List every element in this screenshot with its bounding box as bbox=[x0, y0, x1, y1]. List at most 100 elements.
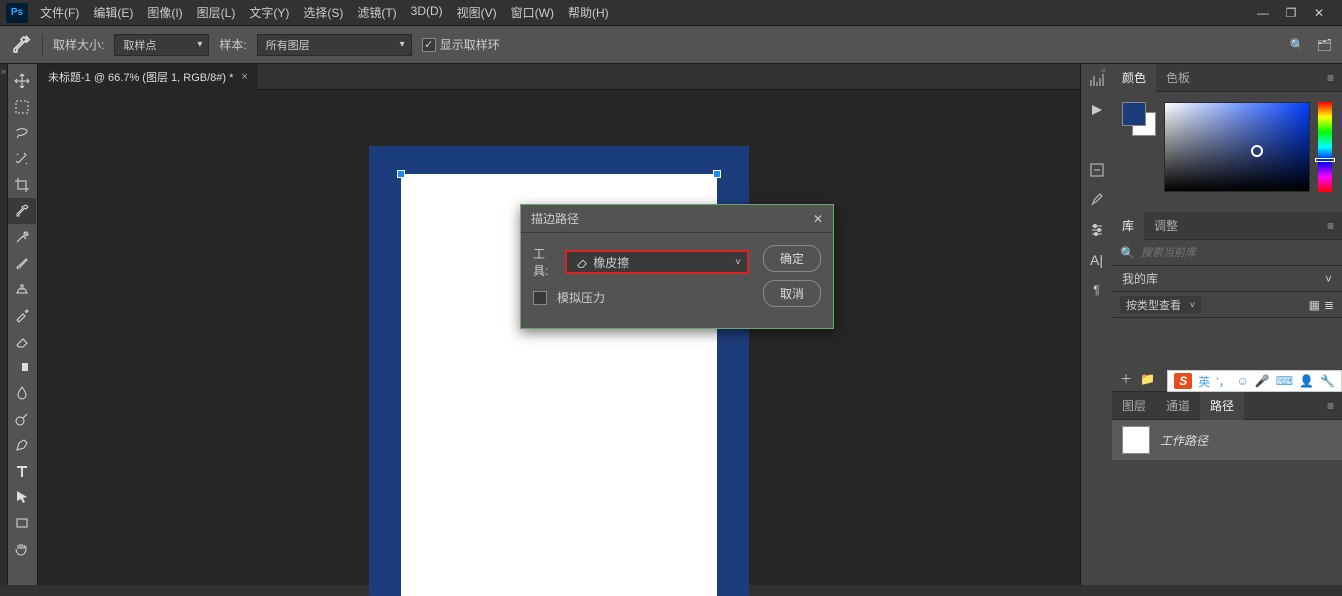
ime-language[interactable]: 英 bbox=[1198, 373, 1210, 390]
adjustments-panel-icon[interactable] bbox=[1087, 220, 1107, 240]
menu-select[interactable]: 选择(S) bbox=[297, 0, 349, 25]
path-item-work-path[interactable]: 工作路径 bbox=[1112, 420, 1342, 460]
eraser-tool[interactable] bbox=[8, 328, 36, 354]
marquee-tool[interactable] bbox=[8, 94, 36, 120]
paragraph-panel-icon[interactable]: ¶ bbox=[1087, 280, 1107, 300]
window-controls: — ❐ ✕ bbox=[1254, 6, 1342, 20]
title-bar: Ps 文件(F) 编辑(E) 图像(I) 图层(L) 文字(Y) 选择(S) 滤… bbox=[0, 0, 1342, 26]
hue-pointer-icon bbox=[1315, 158, 1335, 162]
color-field[interactable] bbox=[1164, 102, 1310, 192]
magic-wand-tool[interactable] bbox=[8, 146, 36, 172]
healing-brush-tool[interactable] bbox=[8, 224, 36, 250]
show-sampling-ring-checkbox[interactable]: 显示取样环 bbox=[422, 36, 500, 53]
character-panel-icon[interactable]: A| bbox=[1087, 250, 1107, 270]
menu-image[interactable]: 图像(I) bbox=[141, 0, 188, 25]
tool-dropdown[interactable]: 橡皮擦 bbox=[565, 250, 749, 274]
lasso-tool[interactable] bbox=[8, 120, 36, 146]
close-button[interactable]: ✕ bbox=[1310, 6, 1328, 20]
folder-icon[interactable]: 📁 bbox=[1140, 372, 1155, 386]
menu-file[interactable]: 文件(F) bbox=[34, 0, 85, 25]
ok-button[interactable]: 确定 bbox=[763, 245, 821, 272]
ime-punct-icon[interactable]: '， bbox=[1216, 373, 1230, 390]
library-search-input[interactable] bbox=[1141, 247, 1334, 259]
document-tab[interactable]: 未标题-1 @ 66.7% (图层 1, RGB/8#) * × bbox=[38, 64, 258, 90]
grid-view-icon[interactable]: ▦ bbox=[1309, 298, 1320, 312]
histogram-panel-icon[interactable] bbox=[1087, 70, 1107, 90]
checkbox-icon bbox=[422, 38, 436, 52]
current-tool-eyedropper-icon[interactable] bbox=[10, 34, 32, 56]
paths-panel-menu-icon[interactable]: ≡ bbox=[1319, 399, 1342, 413]
play-panel-icon[interactable] bbox=[1087, 100, 1107, 120]
path-select-tool[interactable] bbox=[8, 484, 36, 510]
hand-tool[interactable] bbox=[8, 536, 36, 562]
tab-channels[interactable]: 通道 bbox=[1156, 392, 1200, 420]
eyedropper-tool[interactable] bbox=[8, 198, 36, 224]
tab-swatches[interactable]: 色板 bbox=[1156, 64, 1200, 92]
ime-emoji-icon[interactable]: ☺ bbox=[1237, 374, 1249, 388]
history-brush-tool[interactable] bbox=[8, 302, 36, 328]
library-content bbox=[1112, 318, 1342, 366]
minimize-button[interactable]: — bbox=[1254, 6, 1272, 20]
menu-bar: 文件(F) 编辑(E) 图像(I) 图层(L) 文字(Y) 选择(S) 滤镜(T… bbox=[34, 0, 615, 25]
ime-person-icon[interactable]: 👤 bbox=[1299, 374, 1314, 388]
ime-tool-icon[interactable]: 🔧 bbox=[1320, 374, 1335, 388]
color-panel-menu-icon[interactable]: ≡ bbox=[1319, 71, 1342, 85]
dialog-close-icon[interactable]: ✕ bbox=[813, 212, 823, 226]
tab-color[interactable]: 颜色 bbox=[1112, 64, 1156, 92]
hue-slider[interactable] bbox=[1318, 102, 1332, 192]
menu-view[interactable]: 视图(V) bbox=[451, 0, 503, 25]
sample-label: 样本: bbox=[219, 36, 246, 53]
eraser-icon bbox=[575, 255, 589, 269]
library-name: 我的库 bbox=[1122, 270, 1158, 287]
ime-toolbar[interactable]: S 英 '， ☺ 🎤 ⌨ 👤 🔧 bbox=[1167, 370, 1342, 392]
chevron-down-icon: ˅ bbox=[1325, 272, 1332, 286]
ime-keyboard-icon[interactable]: ⌨ bbox=[1276, 374, 1293, 388]
cancel-button[interactable]: 取消 bbox=[763, 280, 821, 307]
type-tool[interactable] bbox=[8, 458, 36, 484]
share-icon[interactable]: 🗂 bbox=[1317, 38, 1332, 52]
dodge-tool[interactable] bbox=[8, 406, 36, 432]
menu-3d[interactable]: 3D(D) bbox=[405, 0, 449, 25]
left-collapse-strip[interactable] bbox=[0, 64, 8, 585]
gradient-tool[interactable] bbox=[8, 354, 36, 380]
rectangle-tool[interactable] bbox=[8, 510, 36, 536]
document-tab-title: 未标题-1 @ 66.7% (图层 1, RGB/8#) * bbox=[48, 69, 233, 85]
brush-settings-panel-icon[interactable] bbox=[1087, 190, 1107, 210]
ime-voice-icon[interactable]: 🎤 bbox=[1255, 374, 1270, 388]
sample-dropdown[interactable]: 所有图层 bbox=[257, 34, 412, 56]
pen-tool[interactable] bbox=[8, 432, 36, 458]
library-filter-dropdown[interactable]: 按类型查看 bbox=[1120, 296, 1201, 314]
transform-handle-top-left[interactable] bbox=[397, 170, 405, 178]
show-sampling-ring-label: 显示取样环 bbox=[440, 36, 500, 53]
library-selector[interactable]: 我的库 ˅ bbox=[1112, 266, 1342, 292]
move-tool[interactable] bbox=[8, 68, 36, 94]
foreground-color-swatch[interactable] bbox=[1122, 102, 1146, 126]
sample-size-dropdown[interactable]: 取样点 bbox=[114, 34, 209, 56]
toolbox bbox=[8, 64, 38, 585]
menu-window[interactable]: 窗口(W) bbox=[505, 0, 560, 25]
transform-handle-top-right[interactable] bbox=[713, 170, 721, 178]
lib-panel-menu-icon[interactable]: ≡ bbox=[1319, 219, 1342, 233]
crop-tool[interactable] bbox=[8, 172, 36, 198]
menu-edit[interactable]: 编辑(E) bbox=[87, 0, 139, 25]
tab-layers[interactable]: 图层 bbox=[1112, 392, 1156, 420]
menu-help[interactable]: 帮助(H) bbox=[562, 0, 615, 25]
menu-text[interactable]: 文字(Y) bbox=[243, 0, 295, 25]
maximize-button[interactable]: ❐ bbox=[1282, 6, 1300, 20]
clone-stamp-tool[interactable] bbox=[8, 276, 36, 302]
menu-layer[interactable]: 图层(L) bbox=[191, 0, 242, 25]
blur-tool[interactable] bbox=[8, 380, 36, 406]
search-icon[interactable]: 🔍 bbox=[1290, 38, 1305, 52]
tab-adjustments[interactable]: 调整 bbox=[1144, 212, 1188, 240]
tab-libraries[interactable]: 库 bbox=[1112, 212, 1144, 240]
add-content-icon[interactable]: ＋ bbox=[1120, 370, 1132, 387]
tab-close-icon[interactable]: × bbox=[241, 71, 247, 83]
menu-filter[interactable]: 滤镜(T) bbox=[351, 0, 402, 25]
simulate-pressure-checkbox[interactable] bbox=[533, 291, 547, 305]
sogou-logo-icon: S bbox=[1174, 373, 1192, 389]
tab-paths[interactable]: 路径 bbox=[1200, 392, 1244, 420]
brush-tool[interactable] bbox=[8, 250, 36, 276]
properties-panel-icon[interactable] bbox=[1087, 160, 1107, 180]
list-view-icon[interactable]: ≣ bbox=[1324, 298, 1334, 312]
color-cursor-icon bbox=[1251, 145, 1263, 157]
